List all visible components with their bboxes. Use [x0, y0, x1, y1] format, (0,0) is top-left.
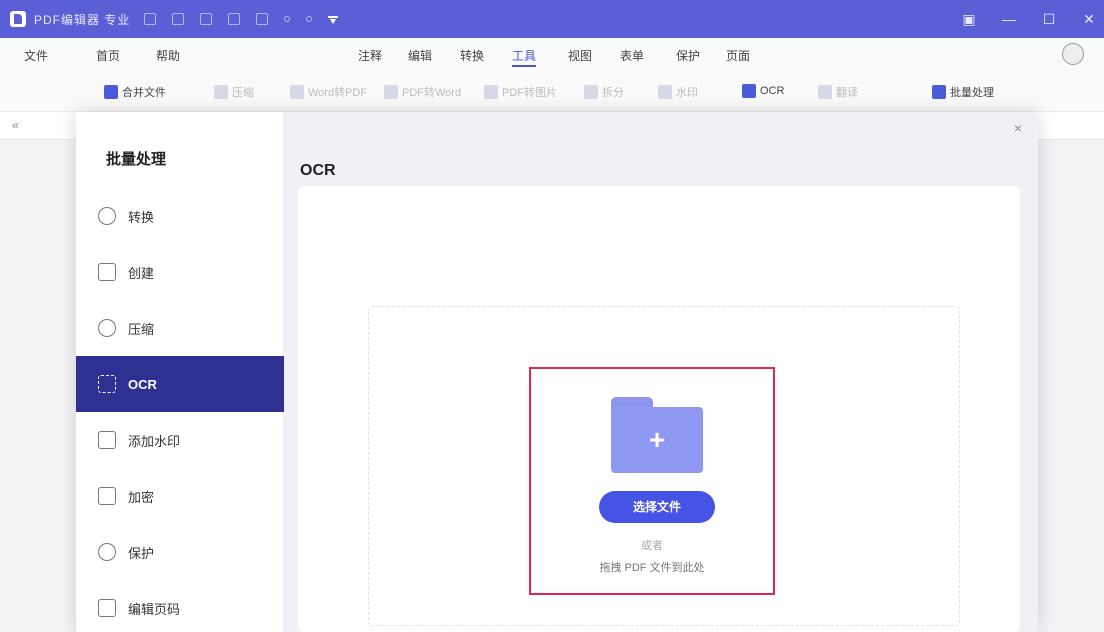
sidebar-item-watermark[interactable]: 添加水印	[76, 412, 284, 468]
batch-sidebar: 批量处理 转换 创建 压缩 OCR 添加水印 加密 保护 编辑页码	[76, 112, 284, 632]
minimize-button[interactable]: —	[1000, 11, 1018, 27]
app-name: PDF编辑器 专业	[34, 12, 131, 27]
redo-icon[interactable]	[256, 13, 269, 25]
sidebar-title: 批量处理	[106, 151, 167, 168]
menu-convert[interactable]: 转换	[460, 47, 484, 64]
image-icon	[484, 85, 498, 99]
menu-file[interactable]: 文件	[24, 47, 48, 64]
convert-icon	[98, 207, 116, 225]
create-icon	[98, 263, 116, 281]
menu-tools[interactable]: 工具	[512, 47, 537, 67]
merge-files-button[interactable]: 合并文件	[104, 84, 166, 100]
compress-button[interactable]: 压缩	[214, 84, 254, 100]
file-drop-zone[interactable]: + 选择文件 或者 拖拽 PDF 文件到此处	[529, 367, 775, 595]
menu-protect[interactable]: 保护	[676, 47, 700, 64]
batch-icon	[932, 85, 946, 99]
word-icon	[290, 85, 304, 99]
window-controls: ▣ — ☐ ✕	[960, 0, 1098, 38]
select-file-button[interactable]: 选择文件	[599, 491, 715, 523]
sidebar-item-page-number[interactable]: 编辑页码	[76, 580, 284, 632]
translate-button[interactable]: 翻译	[818, 84, 858, 100]
sidebar-item-compress[interactable]: 压缩	[76, 300, 284, 356]
more-icon[interactable]	[306, 16, 313, 22]
close-icon[interactable]: ×	[1014, 120, 1022, 136]
merge-icon	[104, 85, 118, 99]
menu-form[interactable]: 表单	[620, 47, 644, 64]
sidebar-item-convert[interactable]: 转换	[76, 188, 284, 244]
user-avatar[interactable]	[1062, 43, 1084, 65]
lock-icon	[98, 487, 116, 505]
panel-card: + 选择文件 或者 拖拽 PDF 文件到此处	[298, 186, 1020, 632]
ocr-scan-icon	[98, 375, 116, 393]
pin-icon[interactable]	[328, 13, 339, 25]
close-button[interactable]: ✕	[1080, 11, 1098, 28]
compress-icon	[98, 319, 116, 337]
menu-edit[interactable]: 编辑	[408, 47, 432, 64]
sidebar-item-encrypt[interactable]: 加密	[76, 468, 284, 524]
pdf-to-word-button[interactable]: PDF转Word	[384, 84, 461, 100]
sidebar-item-protect[interactable]: 保护	[76, 524, 284, 580]
page-number-icon	[98, 599, 116, 617]
ocr-toolbar-button[interactable]: OCR	[742, 84, 784, 98]
pdf-to-image-button[interactable]: PDF转图片	[484, 84, 557, 100]
collapse-arrow-icon[interactable]: «	[12, 118, 19, 132]
plus-icon: +	[648, 424, 666, 455]
drag-hint: 拖拽 PDF 文件到此处	[599, 562, 705, 574]
menu-page[interactable]: 页面	[726, 47, 750, 64]
menu-comment[interactable]: 注释	[358, 47, 382, 64]
folder-add-icon[interactable]: +	[611, 397, 703, 473]
app-logo-icon	[10, 11, 26, 27]
print-icon[interactable]	[200, 13, 213, 25]
ocr-panel: × OCR + 选择文件 或者 拖拽 PDF 文件到此处	[284, 112, 1038, 632]
panel-title: OCR	[300, 162, 336, 179]
batch-process-button[interactable]: 批量处理	[932, 84, 994, 100]
menu-view[interactable]: 视图	[568, 47, 592, 64]
word-to-pdf-button[interactable]: Word转PDF	[290, 84, 367, 100]
batch-process-dialog: 批量处理 转换 创建 压缩 OCR 添加水印 加密 保护 编辑页码 × OCR …	[76, 112, 1038, 632]
ribbon-toolbar: 合并文件 压缩 Word转PDF PDF转Word PDF转图片 拆分 水印 O…	[0, 72, 1104, 112]
menu-home[interactable]: 首页	[96, 47, 120, 64]
menu-bar: 文件 首页 帮助 注释 编辑 转换 工具 视图 表单 保护 页面	[0, 38, 1104, 72]
document-icon	[384, 85, 398, 99]
open-icon[interactable]	[144, 13, 157, 25]
sidebar-item-create[interactable]: 创建	[76, 244, 284, 300]
watermark-button[interactable]: 水印	[658, 84, 698, 100]
share-icon[interactable]	[284, 16, 291, 22]
menu-help[interactable]: 帮助	[156, 47, 180, 64]
shield-icon	[98, 543, 116, 561]
split-button[interactable]: 拆分	[584, 84, 624, 100]
watermark-icon	[658, 85, 672, 99]
ocr-icon	[742, 84, 756, 98]
compress-icon	[214, 85, 228, 99]
sidebar-item-ocr[interactable]: OCR	[76, 356, 284, 412]
title-bar: PDF编辑器 专业 ▣ — ☐ ✕	[0, 0, 1104, 38]
drop-zone-area: + 选择文件 或者 拖拽 PDF 文件到此处	[368, 306, 960, 626]
watermark-icon	[98, 431, 116, 449]
skin-button[interactable]: ▣	[960, 11, 978, 28]
quick-access-toolbar	[144, 13, 339, 25]
save-icon[interactable]	[172, 13, 185, 25]
maximize-button[interactable]: ☐	[1040, 11, 1058, 28]
undo-icon[interactable]	[228, 13, 241, 25]
or-label: 或者	[641, 540, 663, 552]
split-icon	[584, 85, 598, 99]
translate-icon	[818, 85, 832, 99]
